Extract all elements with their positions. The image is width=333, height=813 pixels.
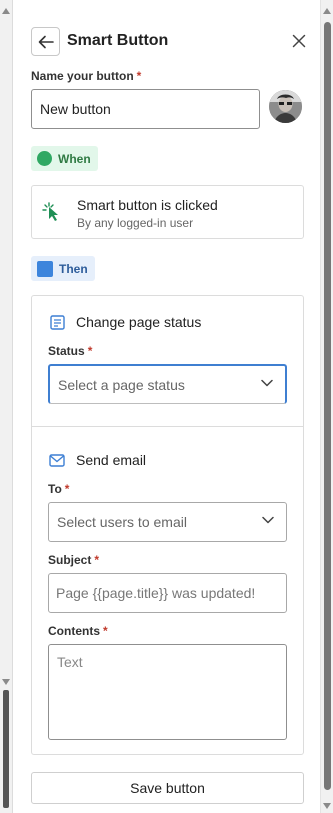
required-mark: * — [136, 69, 142, 83]
chevron-down-icon — [262, 516, 274, 524]
arrow-left-icon — [38, 35, 54, 48]
then-square-icon — [37, 260, 53, 277]
name-field-label-text: Name your button — [31, 69, 134, 83]
contents-label-text: Contents — [48, 624, 100, 638]
subject-input[interactable]: Page {{page.title}} was updated! — [48, 573, 287, 613]
smart-button-panel: Smart Button Name your button * New butto… — [20, 0, 318, 813]
action-change-page-status: Change page status — [49, 314, 201, 330]
scroll-down-arrow-icon[interactable] — [323, 803, 331, 809]
name-field-label: Name your button * — [31, 69, 141, 83]
panel-header: Smart Button — [31, 27, 311, 57]
save-button[interactable]: Save button — [31, 772, 304, 804]
page-status-icon — [49, 314, 65, 330]
status-label-text: Status — [48, 344, 85, 358]
chevron-down-icon — [261, 379, 273, 387]
status-field-label: Status * — [48, 344, 92, 358]
to-select[interactable]: Select users to email — [48, 502, 287, 542]
scroll-down-arrow-icon[interactable] — [2, 679, 10, 685]
required-mark: * — [87, 344, 93, 358]
right-scrollbar[interactable] — [320, 0, 333, 813]
contents-field-label: Contents * — [48, 624, 108, 638]
trigger-subtitle: By any logged-in user — [77, 216, 194, 230]
scroll-up-arrow-icon[interactable] — [323, 8, 331, 14]
action-title: Send email — [76, 452, 147, 468]
cursor-click-icon — [42, 202, 58, 221]
panel-title: Smart Button — [67, 32, 169, 49]
user-avatar-icon — [269, 90, 302, 123]
required-mark: * — [103, 624, 108, 638]
subject-field-label: Subject * — [48, 553, 99, 567]
required-mark: * — [94, 553, 100, 567]
trigger-title: Smart button is clicked — [77, 197, 218, 213]
to-label-text: To — [48, 482, 62, 496]
close-icon — [292, 34, 306, 48]
trigger-card[interactable]: Smart button is clicked By any logged-in… — [31, 185, 304, 239]
button-name-input[interactable]: New button — [31, 89, 260, 129]
when-badge-label: When — [58, 151, 91, 166]
back-button[interactable] — [31, 27, 60, 56]
to-select-placeholder: Select users to email — [57, 514, 187, 530]
left-scrollbar[interactable] — [0, 0, 13, 813]
scrollbar-thumb[interactable] — [324, 22, 331, 790]
action-divider — [32, 426, 303, 427]
action-send-email: Send email — [49, 452, 146, 468]
then-badge: Then — [31, 256, 95, 281]
contents-textarea[interactable]: Text — [48, 644, 287, 740]
then-badge-label: Then — [59, 261, 88, 276]
action-title: Change page status — [76, 314, 202, 330]
scroll-up-arrow-icon[interactable] — [2, 8, 10, 14]
required-mark: * — [64, 482, 70, 496]
close-button[interactable] — [287, 29, 311, 53]
subject-label-text: Subject — [48, 553, 92, 567]
mail-icon — [49, 453, 65, 467]
status-select-placeholder: Select a page status — [58, 376, 185, 393]
to-field-label: To * — [48, 482, 69, 496]
when-dot-icon — [37, 151, 52, 166]
status-select[interactable]: Select a page status — [48, 364, 287, 404]
when-badge: When — [31, 146, 98, 171]
avatar[interactable] — [269, 90, 302, 123]
scrollbar-thumb[interactable] — [3, 690, 9, 808]
actions-card: Change page status Status * Select a page… — [31, 295, 304, 755]
